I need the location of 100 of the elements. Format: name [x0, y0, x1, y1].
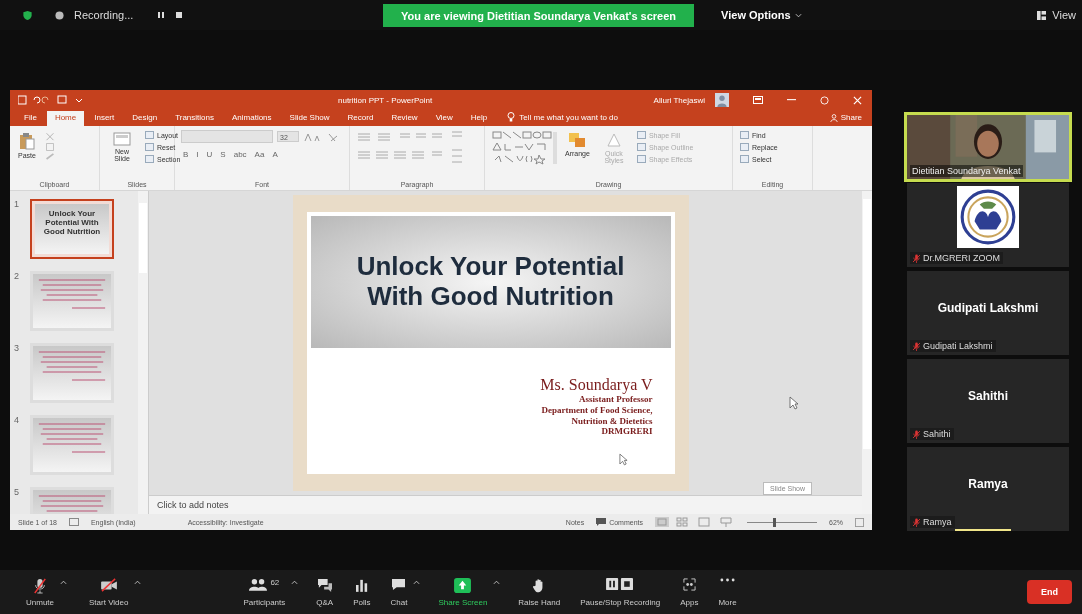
presenter-detail: Nutrition & Dietetics [571, 415, 653, 427]
slide-thumbnail[interactable] [30, 415, 114, 475]
participant-name: Dr.MGRERI ZOOM [923, 253, 1000, 263]
toolbar-button[interactable]: Start Video [87, 575, 131, 609]
recording-status: Recording... [74, 9, 134, 21]
slide-title: Unlock Your Potential With Good Nutrition [355, 252, 626, 312]
format-button[interactable]: S [218, 149, 228, 160]
ribbon-tab[interactable]: Record [339, 111, 382, 126]
ribbon-tab[interactable]: Transitions [167, 111, 222, 126]
participant-tile[interactable]: Dr.MGRERI ZOOM [907, 183, 1069, 267]
participant-name: Dietitian Soundarya Venkat [910, 165, 1023, 177]
slide-thumbnail[interactable] [30, 271, 114, 331]
toolbar-button[interactable]: Pause/Stop Recording [578, 575, 663, 609]
cursor-icon [789, 396, 799, 410]
organization-logo-icon [957, 186, 1019, 248]
participant-tile[interactable]: Dietitian Soundarya Venkat [907, 115, 1069, 179]
spelling-icon[interactable] [68, 518, 79, 526]
format-button[interactable]: Aa [252, 149, 267, 160]
minimize-icon[interactable] [787, 99, 796, 101]
view-buttons-drawing[interactable] [655, 517, 735, 527]
slide-thumbnail[interactable] [30, 343, 114, 403]
view-options-button[interactable]: View Options [718, 6, 805, 24]
ribbon-tab[interactable]: Review [383, 111, 426, 126]
recording-icon [55, 10, 64, 20]
ribbon-display-icon[interactable] [753, 96, 763, 104]
caret-icon[interactable] [60, 579, 67, 585]
font-name-field[interactable] [181, 130, 273, 143]
participant-display-name: Gudipati Lakshmi [937, 301, 1039, 315]
toolbar-button[interactable]: Unmute [24, 575, 56, 609]
close-icon[interactable] [853, 95, 862, 105]
ribbon-tab[interactable]: Animations [224, 111, 280, 126]
toolbar-button[interactable]: Q&A [314, 575, 336, 609]
person-icon [829, 113, 838, 122]
chat-icon [391, 577, 407, 591]
ribbon-tab[interactable]: View [427, 111, 461, 126]
share-screen-icon [454, 577, 472, 593]
chevron-icon [794, 12, 802, 18]
slide-thumbnail[interactable]: Unlock Your Potential With Good Nutrition [30, 199, 114, 259]
participant-tile[interactable]: Sahithi Sahithi [907, 359, 1069, 443]
polls-icon [355, 577, 368, 592]
slide-number: 2 [14, 271, 20, 283]
ribbon-tab[interactable]: Design [124, 111, 166, 126]
slide-number: 3 [14, 343, 20, 355]
presenter-detail: DRMGRERI [601, 426, 653, 438]
toolbar-button[interactable]: Apps [678, 575, 701, 609]
scroll-indicator [955, 529, 1011, 531]
fit-slide-icon[interactable] [855, 517, 864, 527]
scrollbar[interactable] [138, 191, 148, 514]
video-off-icon [99, 577, 118, 592]
user-name: Alluri Thejaswi [653, 95, 705, 105]
participant-name: Gudipati Lakshmi [923, 341, 993, 351]
format-button[interactable]: A [270, 149, 280, 160]
people-icon [249, 577, 268, 591]
shapes-gallery-drawing[interactable] [491, 130, 557, 166]
scrollbar[interactable] [862, 191, 872, 514]
presenter-detail: Department of Food Science, [541, 404, 653, 416]
ribbon-tab[interactable]: Help [462, 111, 496, 126]
cursor-icon [618, 453, 628, 466]
slider-thumb[interactable] [772, 517, 776, 527]
pause-stop-icon [606, 577, 635, 591]
thumbnail-title: Unlock Your Potential With Good Nutrition [42, 210, 102, 237]
format-button[interactable]: I [194, 149, 201, 160]
pause-icon[interactable] [157, 11, 166, 19]
toolbar-button[interactable]: More [716, 575, 739, 609]
restore-icon[interactable] [820, 95, 829, 105]
slide-number: 1 [14, 199, 20, 211]
caret-icon[interactable] [493, 579, 501, 585]
end-button[interactable]: End [1027, 580, 1072, 604]
caret-icon[interactable] [134, 579, 142, 585]
grid-view-icon[interactable] [1037, 10, 1047, 20]
toolbar-button[interactable]: Share Screen [436, 575, 490, 609]
notes-placeholder[interactable]: Click to add notes [157, 500, 229, 510]
tell-me-search[interactable]: Tell me what you want to do [519, 113, 618, 126]
shield-icon[interactable] [22, 9, 33, 21]
format-button[interactable]: abc [231, 149, 249, 160]
ribbon-tab[interactable]: Home [46, 111, 85, 126]
toolbar-button[interactable]: Chat [388, 575, 410, 609]
new-slide-icon [113, 132, 131, 146]
participant-tile[interactable]: Ramya Ramya [907, 447, 1069, 531]
toolbar-button[interactable]: Raise Hand [516, 575, 563, 609]
format-button[interactable]: U [204, 149, 215, 160]
ribbon-tab[interactable]: Insert [86, 111, 123, 126]
presenter-name: Ms. Soundarya V [540, 376, 653, 394]
toolbar-button[interactable]: Polls [351, 575, 373, 609]
arrange-icon [568, 132, 587, 148]
caret-icon[interactable] [413, 579, 421, 585]
avatar-icon[interactable] [715, 93, 729, 107]
toolbar-button[interactable]: 62 Participants [241, 575, 288, 609]
apps-icon [682, 577, 696, 591]
slide-number: 4 [14, 415, 20, 427]
stop-icon[interactable] [175, 11, 184, 19]
ribbon-tab[interactable]: File [16, 111, 45, 126]
lightbulb-icon [507, 112, 516, 122]
ribbon-tab[interactable]: Slide Show [281, 111, 338, 126]
caret-icon[interactable] [291, 579, 299, 585]
share-button[interactable]: Share [829, 113, 862, 126]
participant-tile[interactable]: Gudipati Lakshmi Gudipati Lakshmi [907, 271, 1069, 355]
format-button[interactable]: B [181, 149, 191, 160]
more-icon [720, 577, 736, 582]
view-button[interactable]: View [1052, 9, 1076, 21]
